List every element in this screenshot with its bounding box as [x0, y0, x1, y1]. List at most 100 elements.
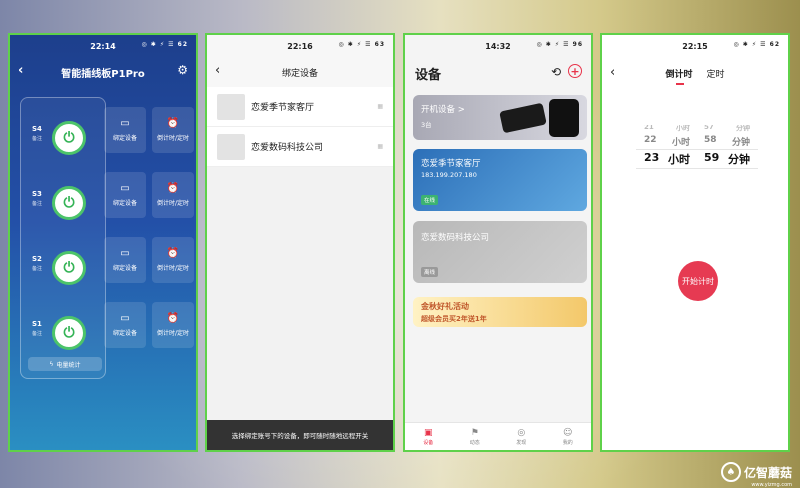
bind-device-tile[interactable]: ▭ 绑定设备	[104, 237, 146, 283]
socket-note: 备注	[32, 136, 43, 142]
device-card-offline[interactable]: 恋爱数码科技公司 离线	[413, 221, 587, 283]
picker-row: 22 小时 58 分钟	[636, 133, 758, 149]
watermark-url: www.yizmg.com	[751, 482, 792, 488]
socket-note: 备注	[32, 201, 43, 207]
tab-discover[interactable]: ◎ 发现	[498, 423, 545, 450]
timer-tile[interactable]: ⏰ 倒计时/定时	[152, 237, 194, 283]
device-count: 3台	[421, 121, 432, 129]
header: ‹ 绑定设备	[207, 57, 393, 87]
back-icon[interactable]: ‹	[215, 63, 220, 78]
list-item[interactable]: 恋爱季节家客厅 ▦	[207, 87, 393, 127]
tab-timer[interactable]: 定时	[707, 67, 725, 80]
tab-devices[interactable]: ▣ 设备	[405, 423, 452, 450]
picker-selected-row: 23 小时 59 分钟	[636, 149, 758, 169]
bind-device-tile[interactable]: ▭ 绑定设备	[104, 302, 146, 348]
status-bar: 14:32 ◎ ✱ ⚡ ☰ 96	[405, 35, 591, 57]
add-icon[interactable]: +	[568, 64, 582, 78]
tab-label: 我的	[562, 439, 573, 446]
tab-label: 发现	[516, 439, 527, 446]
device-image	[499, 102, 547, 134]
socket-note: 备注	[32, 331, 43, 337]
tile-label: 倒计时/定时	[156, 330, 190, 337]
power-icon: ⏻	[63, 195, 75, 211]
alarm-icon: ⏰	[166, 313, 180, 324]
power-icon: ⏻	[63, 130, 75, 146]
status-icons: ◎ ✱ ⚡ ☰ 96	[536, 41, 583, 48]
bind-device-tile[interactable]: ▭ 绑定设备	[104, 172, 146, 218]
status-time: 14:32	[485, 41, 511, 51]
tab-me[interactable]: ☺ 我的	[545, 423, 592, 450]
banner-title: 金秋好礼活动	[421, 302, 469, 311]
tile-label: 绑定设备	[112, 265, 137, 272]
hour-value: 22	[644, 134, 657, 145]
header: ‹ 倒计时 定时	[602, 57, 788, 89]
status-time: 22:15	[682, 41, 708, 51]
back-icon[interactable]: ‹	[18, 63, 23, 78]
banner-subtitle: 超级会员买2年送1年	[421, 315, 487, 323]
monitor-icon: ▭	[120, 183, 130, 194]
drag-icon: ▦	[377, 103, 383, 110]
device-name: 恋爱数码科技公司	[251, 143, 324, 153]
time-picker[interactable]: 21 小时 57 分钟 22 小时 58 分钟 23 小时 59 分钟	[636, 125, 758, 169]
energy-label: 电量统计	[56, 361, 81, 369]
card-title: 恋爱季节家客厅	[421, 159, 481, 169]
tab-label: 设备	[423, 439, 434, 446]
power-icon: ⏻	[63, 260, 75, 276]
hour-unit: 小时	[676, 125, 690, 132]
device-name: 恋爱季节家客厅	[251, 103, 315, 113]
power-button[interactable]: ⏻	[52, 251, 86, 285]
back-icon[interactable]: ‹	[610, 65, 615, 80]
phone-power-strip: 22:14 ◎ ✱ ⚡ ☰ 62 ‹ 智能插线板P1Pro ⚙ S4 备注 ⏻ S…	[8, 33, 198, 452]
energy-stats-button[interactable]: ϟ 电量统计	[28, 357, 102, 371]
power-button[interactable]: ⏻	[52, 316, 86, 350]
phone-bind-device: 22:16 ◎ ✱ ⚡ ☰ 63 ‹ 绑定设备 恋爱季节家客厅 ▦ 恋爱数码科技公司…	[205, 33, 395, 452]
compass-icon: ◎	[517, 427, 526, 438]
timer-tile[interactable]: ⏰ 倒计时/定时	[152, 172, 194, 218]
monitor-icon: ▭	[120, 248, 130, 259]
monitor-icon: ▭	[120, 118, 130, 129]
status-badge: 离线	[421, 267, 439, 277]
settings-icon[interactable]: ⚙	[177, 63, 188, 77]
monitor-icon: ▭	[120, 313, 130, 324]
timer-tile[interactable]: ⏰ 倒计时/定时	[152, 302, 194, 348]
promo-banner[interactable]: 金秋好礼活动 超级会员买2年送1年	[413, 297, 587, 327]
power-button[interactable]: ⏻	[52, 186, 86, 220]
power-button[interactable]: ⏻	[52, 121, 86, 155]
watermark-logo: ♠ 亿智蘑菇 www.yizmg.com	[720, 462, 792, 488]
device-image	[549, 99, 579, 137]
status-bar: 22:16 ◎ ✱ ⚡ ☰ 63	[207, 35, 393, 57]
tile-label: 倒计时/定时	[156, 265, 190, 272]
list-item[interactable]: 恋爱数码科技公司 ▦	[207, 127, 393, 167]
hour-value: 21	[644, 125, 654, 131]
tile-label: 倒计时/定时	[156, 200, 190, 207]
history-icon[interactable]: ⟲	[551, 65, 561, 79]
mushroom-icon: ♠	[720, 462, 741, 482]
bind-device-tile[interactable]: ▭ 绑定设备	[104, 107, 146, 153]
header: 设备 ⟲ +	[405, 57, 591, 89]
alarm-icon: ⏰	[166, 118, 180, 129]
minute-value: 58	[704, 134, 717, 145]
watermark-name: 亿智蘑菇	[743, 465, 792, 480]
start-timer-button[interactable]: 开始计时	[678, 261, 718, 301]
timer-tile[interactable]: ⏰ 倒计时/定时	[152, 107, 194, 153]
power-on-devices-card[interactable]: 开机设备 > 3台	[413, 95, 587, 140]
alarm-icon: ⏰	[166, 183, 180, 194]
tab-countdown[interactable]: 倒计时	[665, 67, 693, 85]
hour-unit: 小时	[668, 153, 690, 166]
tab-activity[interactable]: ⚑ 动态	[452, 423, 499, 450]
tile-label: 倒计时/定时	[156, 135, 190, 142]
socket-label: S3	[32, 190, 42, 198]
status-icons: ◎ ✱ ⚡ ☰ 63	[338, 41, 385, 48]
tile-label: 绑定设备	[112, 135, 137, 142]
flag-icon: ⚑	[470, 427, 479, 438]
device-card-online[interactable]: 恋爱季节家客厅 183.199.207.180 在线	[413, 149, 587, 211]
tab-label: 动态	[469, 439, 480, 446]
drag-icon: ▦	[377, 143, 383, 150]
tile-label: 绑定设备	[112, 330, 137, 337]
page-title: 绑定设备	[281, 68, 318, 79]
status-badge: 在线	[421, 195, 439, 205]
socket-note: 备注	[32, 266, 43, 272]
device-thumbnail	[217, 133, 245, 160]
card-title: 开机设备 >	[421, 105, 465, 115]
minute-unit: 分钟	[731, 137, 750, 148]
